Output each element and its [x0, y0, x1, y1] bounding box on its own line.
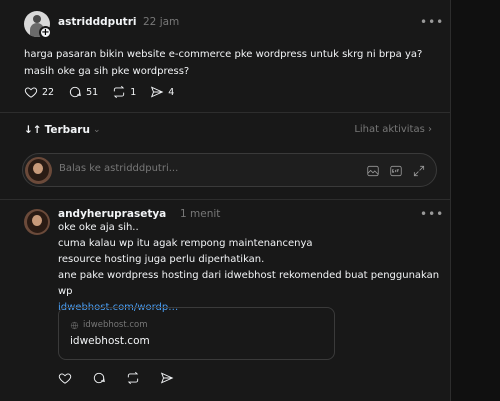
comment-count: 51: [86, 86, 99, 98]
preview-domain: idwebhost.com: [70, 320, 148, 330]
chevron-down-icon: ⌄: [92, 125, 101, 135]
comment-icon: [93, 372, 105, 384]
post-text: harga pasaran bikin website e-commerce p…: [24, 49, 423, 77]
sort-icon: ↓↑: [24, 124, 42, 136]
repost-icon: [127, 371, 139, 385]
post-timestamp[interactable]: 22 jam: [143, 16, 179, 28]
reply-timestamp[interactable]: 1 menit: [180, 208, 220, 220]
more-options-icon[interactable]: •••: [420, 15, 444, 29]
comment-button[interactable]: [92, 371, 110, 385]
preview-domain-text: idwebhost.com: [83, 320, 148, 330]
reply-input-box[interactable]: Balas ke astridddputri...: [22, 153, 437, 187]
like-button[interactable]: [58, 371, 76, 385]
post-actions: 22 51 1 4: [24, 85, 188, 99]
avatar[interactable]: [24, 209, 50, 235]
background: [451, 0, 500, 401]
more-options-icon[interactable]: •••: [420, 207, 444, 221]
image-icon[interactable]: [366, 163, 380, 177]
repost-icon: [113, 85, 125, 99]
globe-icon: [70, 321, 79, 329]
expand-icon[interactable]: [412, 163, 426, 177]
repost-count: 1: [130, 86, 137, 98]
heart-icon: [24, 87, 38, 98]
gif-icon[interactable]: [389, 163, 403, 177]
like-button[interactable]: 22: [24, 85, 54, 99]
share-button[interactable]: [160, 371, 178, 385]
comment-icon: [69, 86, 81, 98]
reply-line: resource hosting juga perlu diperhatikan…: [58, 254, 265, 265]
reply-actions: [58, 371, 192, 385]
reply-line: oke oke aja sih..: [58, 222, 139, 233]
reply-input[interactable]: Balas ke astridddputri...: [59, 163, 178, 174]
reply-username[interactable]: andyheruprasetya: [58, 208, 166, 220]
repost-button[interactable]: [126, 371, 144, 385]
view-activity-link[interactable]: Lihat aktivitas ›: [354, 124, 432, 135]
share-button[interactable]: 4: [150, 85, 174, 99]
share-count: 4: [168, 86, 175, 98]
divider: [0, 112, 451, 113]
reply-text: oke oke aja sih.. cuma kalau wp itu agak…: [58, 220, 443, 316]
share-icon: [160, 372, 174, 384]
share-icon: [151, 86, 164, 98]
avatar: [25, 157, 52, 184]
link-preview-card[interactable]: idwebhost.com idwebhost.com: [58, 307, 335, 360]
divider: [0, 199, 451, 200]
reply-line: ane pake wordpress hosting dari idwebhos…: [58, 270, 440, 297]
preview-title: idwebhost.com: [70, 335, 150, 347]
repost-button[interactable]: 1: [112, 85, 136, 99]
like-count: 22: [42, 86, 55, 98]
follow-plus-icon[interactable]: +: [39, 26, 52, 39]
comment-button[interactable]: 51: [68, 85, 98, 99]
reply-tools: [357, 163, 426, 177]
sort-label: Terbaru: [44, 124, 90, 136]
post-username[interactable]: astridddputri: [58, 16, 136, 28]
heart-icon: [58, 373, 72, 384]
sort-dropdown[interactable]: ↓↑ Terbaru ⌄: [24, 124, 100, 136]
thread-panel: + astridddputri 22 jam ••• harga pasaran…: [0, 0, 451, 401]
reply-line: cuma kalau wp itu agak rempong maintenan…: [58, 238, 313, 249]
